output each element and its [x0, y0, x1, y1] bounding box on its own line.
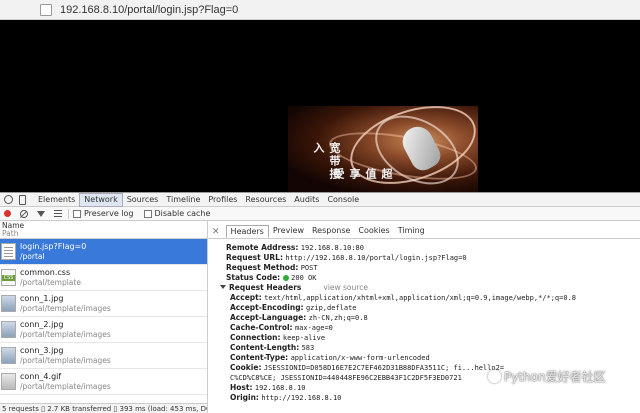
- tab-elements[interactable]: Elements: [34, 193, 79, 207]
- address-bar[interactable]: 192.168.8.10/portal/login.jsp?Flag=0: [0, 0, 640, 20]
- screen: 192.168.8.10/portal/login.jsp?Flag=0 宽带接…: [0, 0, 640, 413]
- preserve-log-label: Preserve log: [84, 209, 134, 218]
- page-icon: [40, 3, 52, 16]
- request-headers-section[interactable]: Request Headers view source: [220, 283, 640, 293]
- disable-cache-label: Disable cache: [154, 209, 211, 218]
- css-file-icon: [1, 269, 16, 286]
- request-list-header[interactable]: Name Path: [0, 221, 207, 239]
- tab-profiles[interactable]: Profiles: [204, 193, 241, 207]
- close-icon[interactable]: ✕: [212, 227, 220, 237]
- gif-file-icon: [1, 373, 16, 390]
- header-row: Content-Length: 583: [230, 343, 315, 352]
- tab-console[interactable]: Console: [323, 193, 363, 207]
- status-ok-icon: [283, 275, 290, 281]
- document-file-icon: [1, 243, 16, 260]
- image-file-icon: [1, 295, 16, 312]
- page-viewport: 宽带接入 超值享受: [0, 20, 640, 192]
- detail-tabbar: ✕ Headers Preview Response Cookies Timin…: [208, 225, 640, 239]
- login-banner-image: 宽带接入 超值享受: [288, 106, 478, 192]
- tab-preview[interactable]: Preview: [269, 225, 308, 238]
- request-row[interactable]: conn_1.jpg/portal/template/images: [0, 291, 207, 317]
- tab-sources[interactable]: Sources: [123, 193, 163, 207]
- url-text[interactable]: 192.168.8.10/portal/login.jsp?Flag=0: [60, 4, 238, 16]
- tab-network[interactable]: Network: [79, 192, 123, 207]
- header-row: Accept-Encoding: gzip,deflate: [230, 303, 357, 312]
- request-url-row: Request URL: http://192.168.8.10/portal/…: [226, 253, 467, 262]
- tab-timeline[interactable]: Timeline: [162, 193, 204, 207]
- inspect-icon[interactable]: [4, 195, 13, 204]
- preserve-log-checkbox[interactable]: [73, 209, 81, 218]
- remote-address-row: Remote Address: 192.168.8.10:80: [226, 243, 364, 252]
- header-row: Cache-Control: max-age=0: [230, 323, 333, 332]
- tab-timing[interactable]: Timing: [394, 225, 429, 238]
- request-list: Name Path login.jsp?Flag=0/portal common…: [0, 221, 208, 413]
- clear-icon[interactable]: [20, 209, 28, 218]
- header-row: Accept: text/html,application/xhtml+xml,…: [230, 293, 577, 302]
- request-row[interactable]: conn_3.jpg/portal/template/images: [0, 343, 207, 369]
- image-file-icon: [1, 321, 16, 338]
- status-code-row: Status Code: 200 OK: [226, 273, 317, 282]
- tab-headers[interactable]: Headers: [225, 225, 269, 238]
- network-toolbar: Preserve log Disable cache: [0, 207, 640, 221]
- tab-response[interactable]: Response: [308, 225, 354, 238]
- header-row: Connection: keep-alive: [230, 333, 326, 342]
- list-view-icon[interactable]: [54, 210, 62, 217]
- network-status-bar: 5 requests ▯ 2.7 KB transferred ▯ 393 ms…: [0, 403, 208, 413]
- filter-icon[interactable]: [37, 210, 45, 217]
- banner-text-2: 超值享受: [332, 168, 393, 181]
- tab-cookies[interactable]: Cookies: [354, 225, 393, 238]
- disclosure-triangle-icon[interactable]: [220, 285, 226, 289]
- header-row: Origin: http://192.168.8.10: [230, 393, 342, 402]
- request-row[interactable]: common.css/portal/template: [0, 265, 207, 291]
- request-method-row: Request Method: POST: [226, 263, 318, 272]
- request-row[interactable]: conn_4.gif/portal/template/images: [0, 369, 207, 395]
- request-row[interactable]: login.jsp?Flag=0/portal: [0, 239, 207, 265]
- tab-resources[interactable]: Resources: [241, 193, 290, 207]
- device-mode-icon[interactable]: [19, 194, 26, 205]
- tab-audits[interactable]: Audits: [290, 193, 323, 207]
- header-row: Content-Type: application/x-www-form-url…: [230, 353, 430, 362]
- record-icon[interactable]: [4, 210, 11, 217]
- disable-cache-checkbox[interactable]: [143, 209, 152, 218]
- request-row[interactable]: conn_2.jpg/portal/template/images: [0, 317, 207, 343]
- view-source-link[interactable]: view source: [323, 283, 368, 292]
- watermark-logo-icon: [488, 370, 501, 383]
- header-row: Accept-Language: zh-CN,zh;q=0.8: [230, 313, 368, 322]
- devtools-tabbar: Elements Network Sources Timeline Profil…: [0, 192, 640, 207]
- image-file-icon: [1, 347, 16, 364]
- watermark: Python爱好者社区: [488, 368, 606, 385]
